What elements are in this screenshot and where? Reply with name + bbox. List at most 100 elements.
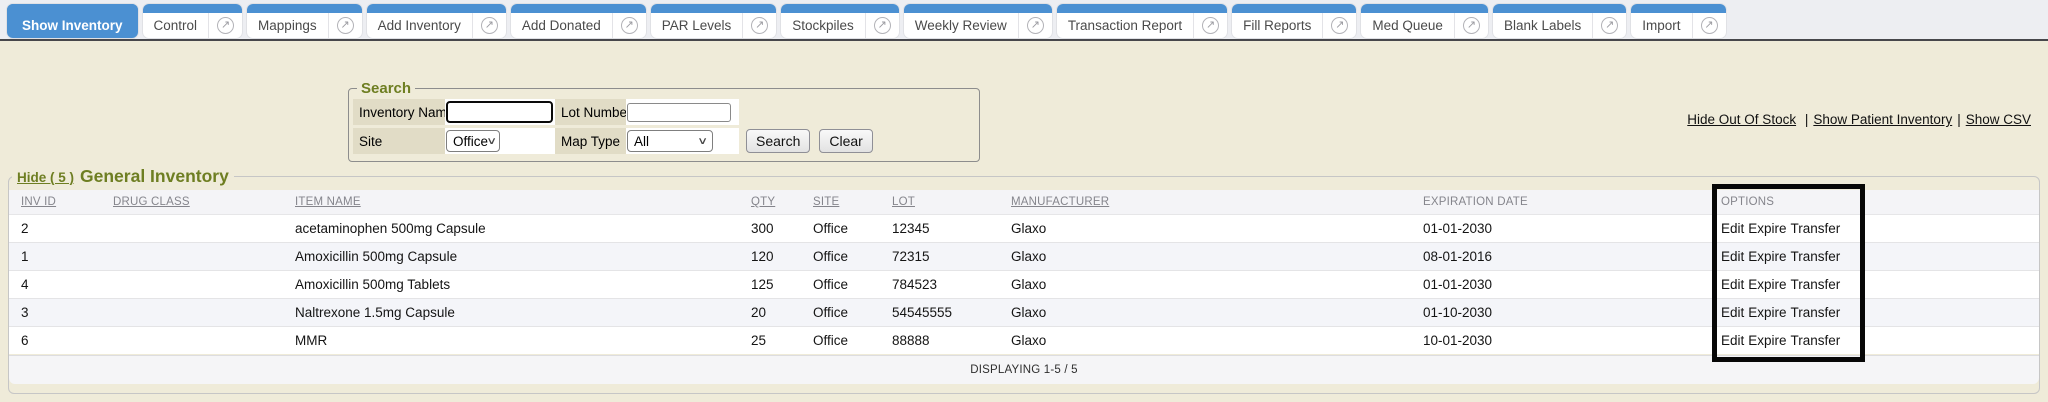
open-in-new-window-icon[interactable]: ↗: [1601, 17, 1618, 34]
sort-link-manufacturer[interactable]: MANUFACTURER: [1011, 196, 1109, 208]
column-label: EXPIRATION DATE: [1423, 196, 1528, 208]
tab-top-bar: [511, 4, 646, 13]
column-header-qty: QTY: [739, 190, 801, 214]
tab-top-bar: [781, 4, 899, 13]
open-in-new-window-icon[interactable]: ↗: [217, 17, 234, 34]
inventory-name-input[interactable]: [446, 101, 553, 123]
sort-link-qty[interactable]: QTY: [751, 196, 775, 208]
table-header-row: INV ID DRUG CLASS ITEM NAME QTY SITE LOT MANUF…: [9, 190, 2039, 214]
show-patient-inventory-link[interactable]: Show Patient Inventory: [1813, 112, 1952, 127]
open-in-new-window-icon[interactable]: ↗: [1027, 17, 1044, 34]
tab-par-levels[interactable]: PAR Levels↗: [651, 4, 777, 38]
sort-link-site[interactable]: SITE: [813, 196, 839, 208]
tab-show-inventory[interactable]: Show Inventory: [7, 4, 138, 38]
lot-number-label: Lot Number: [555, 99, 626, 125]
tab-stockpiles[interactable]: Stockpiles↗: [781, 4, 899, 38]
expire-link[interactable]: Expire: [1748, 249, 1786, 264]
tab-external-area: ↗: [1019, 17, 1052, 34]
tab-label: Med Queue: [1361, 18, 1454, 33]
tab-body: Show Inventory: [7, 13, 138, 38]
tab-top-bar: [1057, 4, 1227, 13]
open-in-new-window-icon[interactable]: ↗: [1331, 17, 1348, 34]
table-row: 2acetaminophen 500mg Capsule300Office123…: [9, 214, 2039, 242]
open-in-new-window-icon[interactable]: ↗: [481, 17, 498, 34]
cell-item-name: Naltrexone 1.5mg Capsule: [283, 298, 739, 326]
tab-fill-reports[interactable]: Fill Reports↗: [1232, 4, 1356, 38]
expire-link[interactable]: Expire: [1748, 277, 1786, 292]
edit-link[interactable]: Edit: [1721, 333, 1744, 348]
transfer-link[interactable]: Transfer: [1791, 333, 1841, 348]
expire-link[interactable]: Expire: [1748, 305, 1786, 320]
tab-external-area: ↗: [1455, 17, 1488, 34]
tab-weekly-review[interactable]: Weekly Review ↗: [904, 4, 1052, 38]
cell-expiration-date: 01-10-2030: [1411, 298, 1709, 326]
chevron-down-icon: ∨: [697, 136, 708, 147]
tab-control[interactable]: Control↗: [143, 4, 243, 38]
search-buttons: Search Clear: [739, 128, 973, 154]
tab-bar: Show InventoryControl↗Mappings↗Add Inven…: [0, 0, 2048, 41]
open-in-new-window-icon[interactable]: ↗: [1701, 17, 1718, 34]
expire-link[interactable]: Expire: [1748, 221, 1786, 236]
hide-out-of-stock-link[interactable]: Hide Out Of Stock: [1687, 112, 1796, 127]
tab-add-inventory[interactable]: Add Inventory↗: [367, 4, 506, 38]
site-select[interactable]: Office ∨: [446, 130, 500, 152]
hide-section-link[interactable]: Hide ( 5 ): [17, 170, 74, 185]
show-csv-link[interactable]: Show CSV: [1966, 112, 2031, 127]
tab-label: Mappings: [247, 18, 328, 33]
cell-expiration-date: 10-01-2030: [1411, 326, 1709, 354]
table-row: 6MMR25Office88888Glaxo10-01-2030EditExpi…: [9, 326, 2039, 354]
tab-med-queue[interactable]: Med Queue ↗: [1361, 4, 1488, 38]
transfer-link[interactable]: Transfer: [1791, 305, 1841, 320]
edit-link[interactable]: Edit: [1721, 249, 1744, 264]
open-in-new-window-icon[interactable]: ↗: [1463, 17, 1480, 34]
cell-inv-id: 6: [9, 326, 101, 354]
site-label: Site: [353, 128, 445, 154]
sort-link-lot[interactable]: LOT: [892, 196, 915, 208]
cell-manufacturer: Glaxo: [999, 270, 1411, 298]
tab-blank-labels[interactable]: Blank Labels ↗: [1493, 4, 1626, 38]
chevron-down-icon: ∨: [486, 136, 497, 147]
tab-top-bar: [7, 4, 138, 13]
transfer-link[interactable]: Transfer: [1791, 249, 1841, 264]
tab-external-area: ↗: [473, 17, 506, 34]
expire-link[interactable]: Expire: [1748, 333, 1786, 348]
tab-label: Weekly Review: [904, 18, 1018, 33]
tab-top-bar: [143, 4, 243, 13]
tab-top-bar: [904, 4, 1052, 13]
lot-number-input[interactable]: [627, 103, 731, 122]
general-inventory-section: Hide ( 5 )General Inventory INV IDDRUG C…: [8, 166, 2040, 394]
search-button[interactable]: Search: [746, 129, 810, 153]
cell-manufacturer: Glaxo: [999, 298, 1411, 326]
edit-link[interactable]: Edit: [1721, 221, 1744, 236]
cell-expiration-date: 08-01-2016: [1411, 242, 1709, 270]
open-in-new-window-icon[interactable]: ↗: [751, 17, 768, 34]
tab-label: Show Inventory: [7, 18, 138, 33]
tab-external-area: ↗: [1323, 17, 1356, 34]
tab-mappings[interactable]: Mappings ↗: [247, 4, 362, 38]
table-row: 4Amoxicillin 500mg Tablets125Office78452…: [9, 270, 2039, 298]
column-label: OPTIONS: [1721, 196, 1774, 208]
sort-link-drug-class[interactable]: DRUG CLASS: [113, 196, 190, 208]
tab-top-bar: [247, 4, 362, 13]
map-type-select[interactable]: All ∨: [627, 130, 713, 152]
tab-external-area: ↗: [1194, 17, 1227, 34]
tab-body: Add Inventory↗: [367, 13, 506, 38]
tab-import[interactable]: Import↗: [1631, 4, 1725, 38]
tab-transaction-report[interactable]: Transaction Report↗: [1057, 4, 1227, 38]
clear-button[interactable]: Clear: [819, 129, 872, 153]
edit-link[interactable]: Edit: [1721, 277, 1744, 292]
open-in-new-window-icon[interactable]: ↗: [337, 17, 354, 34]
open-in-new-window-icon[interactable]: ↗: [621, 17, 638, 34]
edit-link[interactable]: Edit: [1721, 305, 1744, 320]
open-in-new-window-icon[interactable]: ↗: [874, 17, 891, 34]
tab-label: Blank Labels: [1493, 18, 1592, 33]
sort-link-item-name[interactable]: ITEM NAME: [295, 196, 361, 208]
cell-drug-class: [101, 270, 283, 298]
open-in-new-window-icon[interactable]: ↗: [1202, 17, 1219, 34]
link-separator: |: [1957, 112, 1961, 127]
sort-link-inv-id[interactable]: INV ID: [21, 196, 56, 208]
transfer-link[interactable]: Transfer: [1791, 277, 1841, 292]
transfer-link[interactable]: Transfer: [1791, 221, 1841, 236]
tab-add-donated[interactable]: Add Donated↗: [511, 4, 646, 38]
map-type-select-value: All: [634, 134, 649, 149]
